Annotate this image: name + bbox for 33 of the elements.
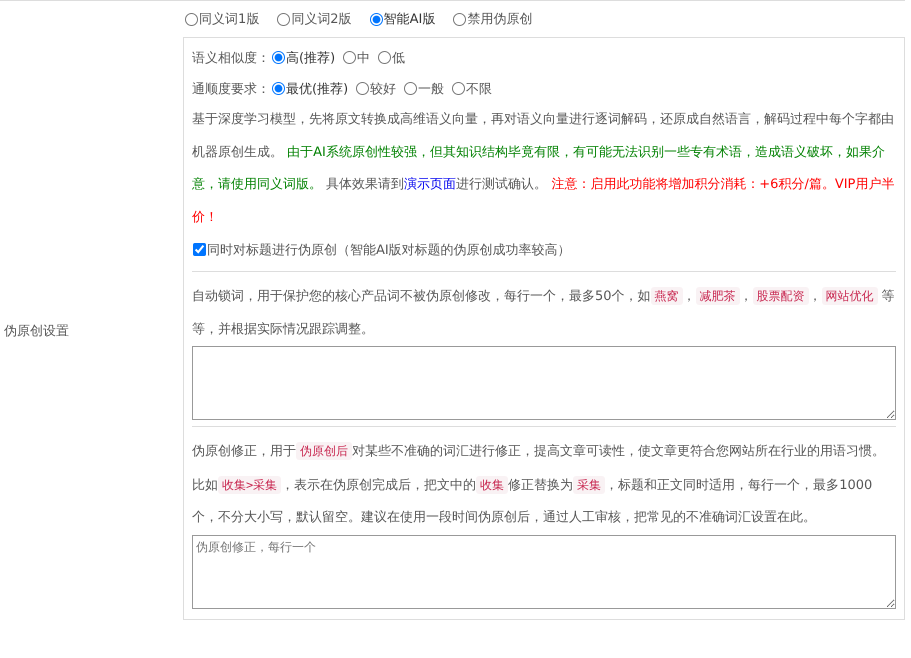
radio-label: 高(推荐) [286, 50, 336, 66]
radio-label: 最优(推荐) [286, 80, 348, 98]
radio-label: 同义词1版 [199, 11, 260, 28]
description-text: 自动锁词，用于保护您的核心产品词不被伪原创修改，每行一个，最多50个，如 燕窝 ， 减肥茶 ， 股票配资 ， 网站优化 等等，并根据实际情况跟踪调整。 [192, 286, 896, 338]
radio-button[interactable] [343, 51, 356, 64]
radio-label: 一般 [418, 80, 444, 98]
radio-label: 禁用伪原创 [467, 11, 532, 28]
correction-field[interactable]: 伪原创修正，每行一个 [192, 534, 896, 608]
radio-label: 中 [357, 50, 370, 66]
radio-button[interactable] [277, 12, 290, 26]
lock-words-field[interactable] [192, 346, 896, 420]
radio-label: 较好 [370, 80, 396, 98]
radio-button[interactable] [378, 51, 392, 64]
radio-button[interactable] [404, 82, 418, 95]
checkbox-label: 同时对标题进行伪原创（智能AI版对标题的伪原创成功率较高） [207, 242, 571, 258]
similarity-label: 语义相似度： [192, 50, 270, 66]
radio-label: 同义词2版 [291, 11, 352, 28]
fluency-label: 通顺度要求： [192, 80, 270, 98]
radio-label: 不限 [466, 80, 492, 98]
demo-page-link[interactable]: 演示页面 [404, 177, 456, 192]
radio-button[interactable] [452, 82, 466, 95]
description-text: 伪原创修正，用于 伪原创后 对某些不准确的词汇进行修正，提高文章可读性，使文章更符合您网站所在行业的用语习惯。比如 收集>采集 ，表示在伪原创完成后，把文中的 收集 修正替换为 采集 ，标题和正文同时适用，每行一个，最多1000个，不分大小写，默认留空。建议在使用一段时间伪原创后，通过人工审核，把常见的不准确词汇设置在此。 [192, 441, 886, 527]
radio-button[interactable] [356, 82, 370, 95]
radio-button[interactable] [272, 82, 285, 95]
radio-label: 低 [392, 50, 406, 66]
radio-button[interactable] [272, 51, 285, 64]
title-checkbox[interactable] [193, 243, 206, 256]
radio-label: 智能AI版 [384, 11, 436, 28]
description-text: 基于深度学习模型，先将原文转换成高维语义向量，再对语义向量进行逐词解码，还原成自然语言，解码过程中每个字都由机器原创生成。 由于AI系统原创性较强，但其知识结构毕竟有限，有可能无法识别一些专有术语，造成语义破坏，如果介意，请使用同义词版。 具体效果请到演示页面进行测试确认。 注意：启用此功能将增加积分消耗：+6积分/篇。VIP用户半价！ [192, 111, 896, 226]
radio-button[interactable] [370, 12, 383, 26]
section-label: 伪原创设置 [4, 322, 69, 340]
radio-button[interactable] [185, 12, 198, 26]
radio-button[interactable] [453, 12, 466, 26]
